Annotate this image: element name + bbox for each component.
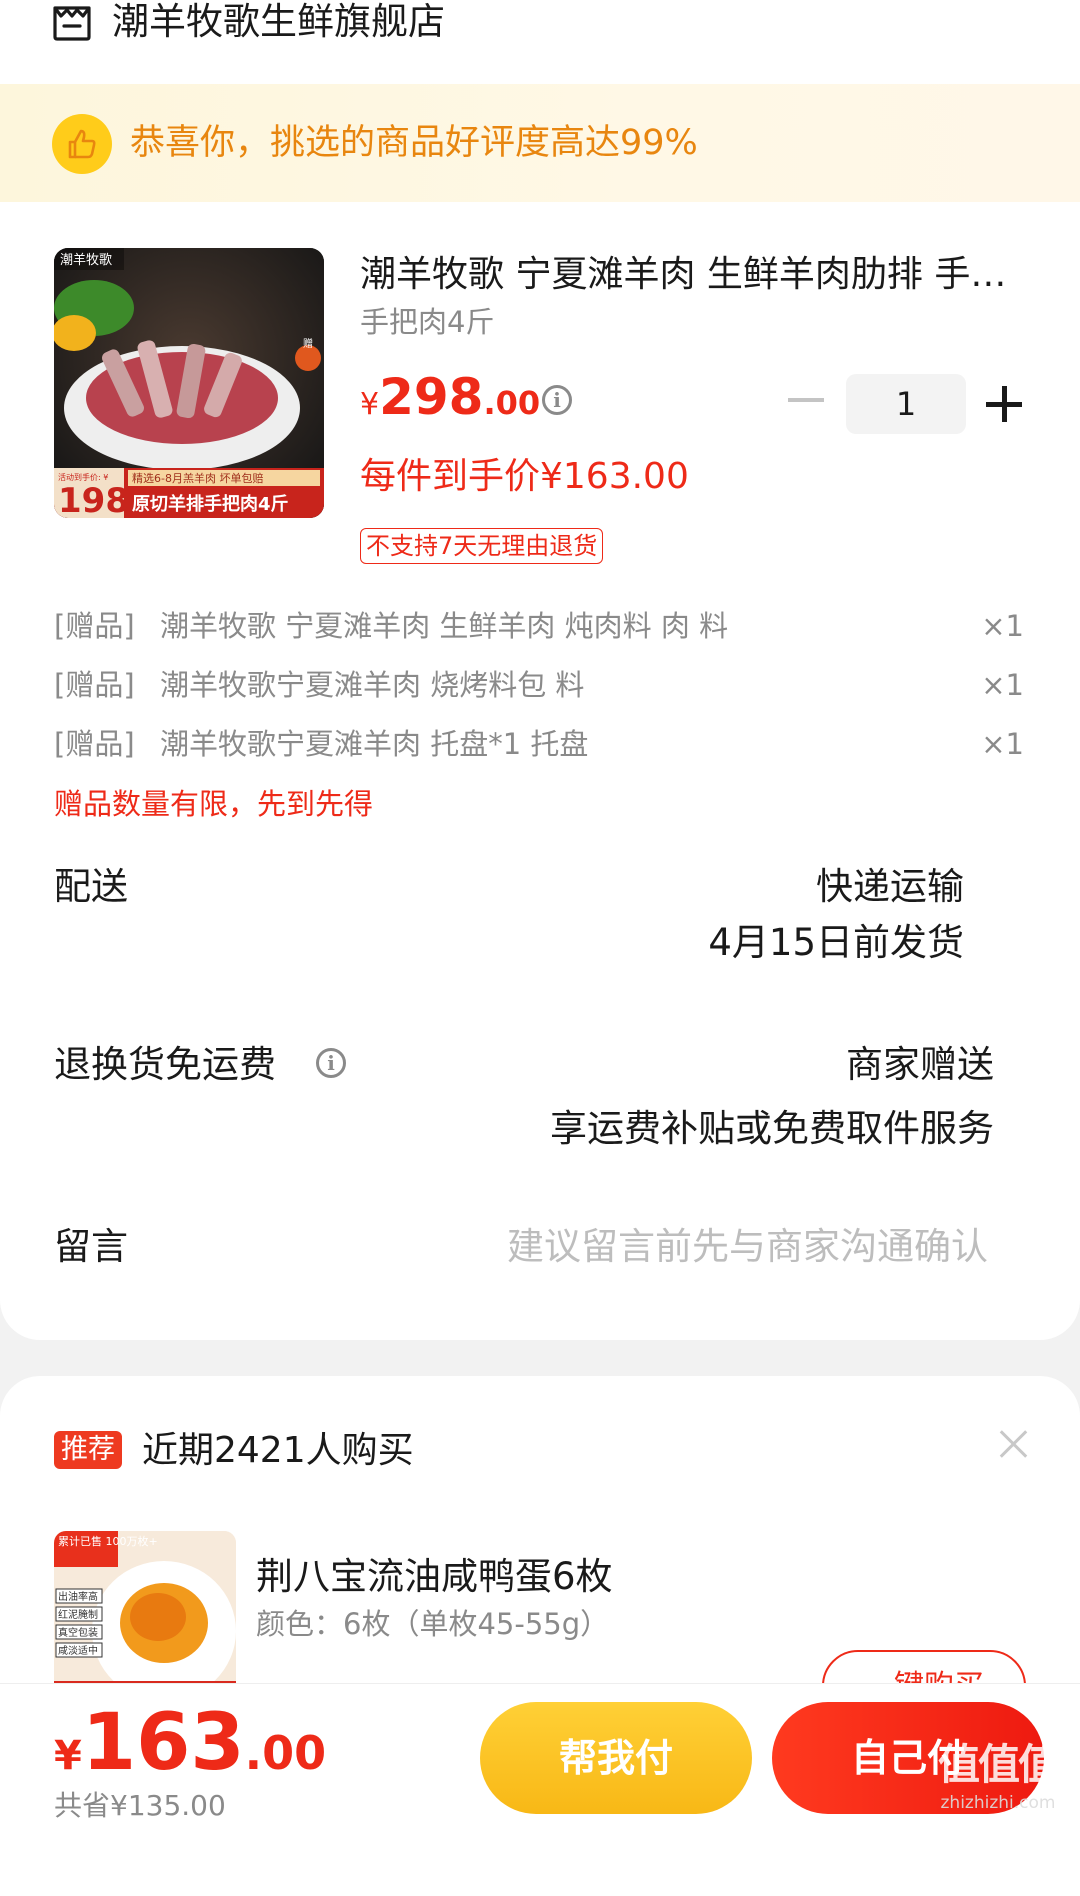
total-decimal: .00 xyxy=(244,1726,327,1780)
gift-name: 潮羊牧歌宁夏滩羊肉 烧烤料包 料 xyxy=(160,668,585,702)
thumbs-up-icon xyxy=(52,114,112,174)
total-currency: ¥ xyxy=(54,1733,82,1779)
gift-qty: ×1 xyxy=(981,727,1024,761)
return-policy-tag: 不支持7天无理由退货 xyxy=(360,528,604,564)
price-decimal: .00 xyxy=(483,384,541,422)
gift-name: 潮羊牧歌宁夏滩羊肉 托盘*1 托盘 xyxy=(160,727,589,761)
quantity-increase-button[interactable] xyxy=(986,386,1022,422)
watermark-main: 值值值 xyxy=(937,1740,1060,1789)
price-currency: ¥ xyxy=(360,387,380,422)
watermark-logo: 值值值 zhizhizhi.com xyxy=(928,1738,1068,1828)
total-integer: 163 xyxy=(81,1698,245,1788)
message-label: 留言 xyxy=(54,1225,128,1268)
store-icon xyxy=(53,6,91,41)
recommend-feature: 真空包装 xyxy=(58,1626,98,1639)
store-name[interactable]: 潮羊牧歌生鲜旗舰店 xyxy=(112,0,445,44)
product-image-price: 198 xyxy=(58,481,129,518)
gift-tag: [赠品] xyxy=(54,727,135,761)
product-image-promo: 精选6-8月羔羊肉 坏单包赔 xyxy=(132,471,263,485)
order-card: 赠 潮羊牧歌 活动到手价: ¥ 198 精选6-8月羔羊肉 坏单包赔 原切羊排手… xyxy=(0,202,1080,1340)
store-header[interactable]: 潮羊牧歌生鲜旗舰店 xyxy=(0,0,1080,84)
recommend-badge: 推荐 xyxy=(54,1431,122,1469)
checkout-bar: ¥163.00 共省¥135.00 帮我付 自己付 xyxy=(0,1683,1080,1834)
delivery-date: 4月15日前发货 xyxy=(708,921,964,964)
quantity-field[interactable]: 1 xyxy=(846,374,966,434)
praise-text: 恭喜你，挑选的商品好评度高达99% xyxy=(130,123,698,163)
praise-banner: 恭喜你，挑选的商品好评度高达99% xyxy=(0,84,1080,202)
gift-qty: ×1 xyxy=(981,609,1024,643)
recommend-feature: 咸淡适中 xyxy=(58,1644,98,1657)
return-shipping-detail: 享运费补贴或免费取件服务 xyxy=(550,1107,994,1150)
delivery-label: 配送 xyxy=(54,865,128,908)
total-price: ¥163.00 xyxy=(54,1698,326,1788)
gift-note: 赠品数量有限，先到先得 xyxy=(54,787,374,821)
recommend-feature: 出油率高 xyxy=(58,1590,98,1603)
recommend-product-name[interactable]: 荆八宝流油咸鸭蛋6枚 xyxy=(256,1552,613,1602)
return-shipping-value: 商家赠送 xyxy=(846,1043,994,1086)
help-pay-button[interactable]: 帮我付 xyxy=(480,1702,752,1814)
recommend-product-spec: 颜色：6枚（单枚45-55g） xyxy=(256,1607,610,1641)
message-input[interactable]: 建议留言前先与商家沟通确认 xyxy=(507,1222,988,1272)
watermark-sub: zhizhizhi.com xyxy=(940,1793,1056,1813)
product-spec: 手把肉4斤 xyxy=(360,305,495,339)
final-price: 每件到手价¥163.00 xyxy=(360,456,689,497)
close-icon[interactable] xyxy=(998,1428,1030,1460)
gift-qty: ×1 xyxy=(981,668,1024,702)
recommend-title: 近期2421人购买 xyxy=(142,1430,414,1471)
gift-tag: [赠品] xyxy=(54,668,135,702)
price-integer: 298 xyxy=(379,368,484,426)
delivery-method[interactable]: 快递运输 xyxy=(816,862,964,912)
quantity-decrease-button[interactable] xyxy=(788,398,824,402)
return-shipping-info-icon[interactable]: i xyxy=(316,1048,346,1078)
gift-tag: [赠品] xyxy=(54,609,135,643)
product-image[interactable]: 赠 潮羊牧歌 活动到手价: ¥ 198 精选6-8月羔羊肉 坏单包赔 原切羊排手… xyxy=(54,248,324,518)
product-image-brand: 潮羊牧歌 xyxy=(60,252,112,268)
product-price: ¥298.00 xyxy=(360,368,540,426)
gift-row: [赠品] 潮羊牧歌宁夏滩羊肉 托盘*1 托盘 ×1 xyxy=(54,722,1024,766)
total-saved: 共省¥135.00 xyxy=(54,1789,226,1822)
price-info-icon[interactable]: i xyxy=(542,385,572,415)
gift-row: [赠品] 潮羊牧歌宁夏滩羊肉 烧烤料包 料 ×1 xyxy=(54,663,1024,707)
gift-row: [赠品] 潮羊牧歌 宁夏滩羊肉 生鲜羊肉 炖肉料 肉 料 ×1 xyxy=(54,604,1024,648)
product-image-gift-mark: 赠 xyxy=(303,337,313,350)
recommend-feature: 红泥腌制 xyxy=(58,1608,98,1621)
recommend-sold-badge: 累计已售 100万枚+ xyxy=(58,1534,158,1548)
product-title[interactable]: 潮羊牧歌 宁夏滩羊肉 生鲜羊肉肋排 手把肉4斤 xyxy=(360,250,1030,300)
product-image-caption: 原切羊排手把肉4斤 xyxy=(132,493,289,515)
gift-name: 潮羊牧歌 宁夏滩羊肉 生鲜羊肉 炖肉料 肉 料 xyxy=(160,609,729,643)
return-shipping-label: 退换货免运费 xyxy=(54,1043,276,1086)
